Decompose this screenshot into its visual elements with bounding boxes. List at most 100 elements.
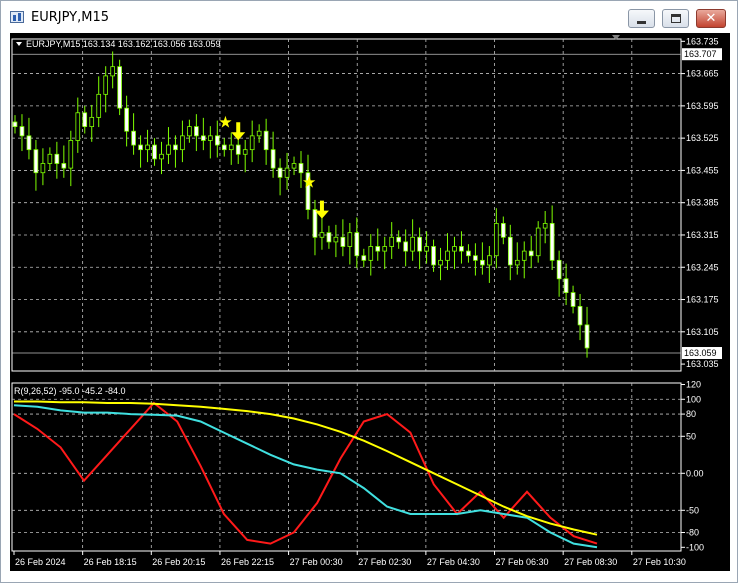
- price-axis-label: 163.525: [686, 133, 719, 143]
- candle-body: [438, 259, 443, 266]
- maximize-button[interactable]: [662, 9, 689, 28]
- candle-body: [117, 66, 122, 109]
- close-button[interactable]: ✕: [696, 9, 726, 28]
- candle-body: [284, 167, 290, 178]
- indicator-axis-label: -80: [686, 527, 699, 537]
- candle-body: [584, 324, 590, 349]
- price-axis-label: 163.035: [686, 359, 719, 369]
- close-icon: ✕: [705, 11, 717, 26]
- indicator-panel-frame: [11, 382, 682, 552]
- candle-body: [500, 223, 506, 238]
- candle-body: [103, 75, 109, 95]
- indicator-series-line: [13, 404, 598, 549]
- candle-body: [340, 236, 346, 247]
- price-axis-label: 163.455: [686, 165, 719, 175]
- time-axis-label: 27 Feb 04:30: [427, 557, 480, 567]
- candle-body: [445, 250, 450, 261]
- candle-body: [570, 292, 576, 307]
- candle-body: [33, 149, 39, 174]
- signal-star-icon: ★: [302, 173, 316, 192]
- candle-body: [208, 135, 213, 141]
- price-axis-label: 163.595: [686, 101, 719, 111]
- candle-body: [403, 241, 408, 252]
- indicator-axis-label: 0.00: [686, 468, 704, 478]
- indicator-label: R(9,26,52) -95.0 -45.2 -84.0: [14, 386, 126, 396]
- time-axis-label: 27 Feb 02:30: [358, 557, 411, 567]
- candle-body: [347, 232, 353, 247]
- time-axis-label: 27 Feb 06:30: [496, 557, 549, 567]
- candle-body: [417, 236, 422, 252]
- candle-body: [40, 163, 46, 174]
- candle-body: [382, 246, 388, 252]
- minimize-icon: [637, 21, 646, 24]
- candle-body: [487, 255, 492, 266]
- candle-body: [466, 250, 471, 257]
- candle-body: [319, 232, 325, 238]
- candle-body: [19, 126, 25, 137]
- candle-body: [47, 153, 53, 164]
- time-axis-label: 26 Feb 22:15: [221, 557, 274, 567]
- candle-body: [326, 232, 332, 243]
- candle-body: [152, 144, 157, 160]
- time-axis-label: 27 Feb 10:30: [633, 557, 686, 567]
- header-dropdown-icon[interactable]: [16, 42, 22, 46]
- indicator-axis-label: -100: [686, 542, 704, 552]
- candle-body: [410, 236, 415, 252]
- price-chart[interactable]: ★ ★ 26 Feb 2024 26 Feb 18:15 26 Feb 20:15 26…: [10, 33, 730, 571]
- time-axis-label: 26 Feb 18:15: [84, 557, 137, 567]
- candle-body: [68, 140, 74, 169]
- candle-body: [75, 112, 81, 141]
- candle-body: [96, 93, 102, 118]
- candle-body: [201, 135, 206, 141]
- candle-body: [549, 223, 555, 261]
- candle-body: [82, 112, 88, 128]
- candle-body: [424, 246, 429, 252]
- title-bar[interactable]: EURJPY,M15 ✕: [1, 1, 737, 33]
- price-axis-label: 163.385: [686, 198, 719, 208]
- indicator-axis-label: 50: [686, 431, 696, 441]
- candle-body: [263, 130, 269, 151]
- candle-body: [12, 121, 18, 128]
- candle-body: [242, 149, 248, 155]
- indicator-axis-label: -50: [686, 505, 699, 515]
- candle-body: [521, 250, 527, 261]
- candle-body: [138, 144, 143, 151]
- window-title: EURJPY,M15: [31, 10, 109, 25]
- candle-body: [542, 223, 548, 229]
- candle-body: [228, 144, 234, 151]
- candle-body: [528, 250, 534, 257]
- candle-body: [214, 135, 220, 146]
- candle-body: [235, 144, 241, 155]
- price-axis-label: 163.245: [686, 262, 719, 272]
- candle-body: [361, 255, 367, 261]
- terminal-chart-window: EURJPY,M15 ✕ ★ ★ 26 Feb 2024 26 Feb 18:15 2…: [0, 0, 738, 583]
- candle-body: [535, 227, 541, 257]
- price-axis-label: 163.315: [686, 230, 719, 240]
- price-axis-label: 163.105: [686, 327, 719, 337]
- candle-body: [375, 246, 381, 252]
- candle-body: [194, 126, 199, 137]
- candle-body: [124, 107, 129, 132]
- candle-body: [256, 130, 262, 137]
- chart-area[interactable]: ★ ★ 26 Feb 2024 26 Feb 18:15 26 Feb 20:15 26…: [10, 33, 730, 571]
- candle-body: [26, 135, 32, 151]
- chart-app-icon: [10, 11, 24, 23]
- signal-star-icon: ★: [218, 113, 232, 132]
- indicator-axis-label: 120: [686, 379, 701, 389]
- price-axis-label: 163.175: [686, 295, 719, 305]
- price-axis-label: 163.735: [686, 36, 719, 46]
- candle-body: [452, 246, 457, 252]
- minimize-button[interactable]: [628, 9, 655, 28]
- candle-body: [556, 259, 562, 280]
- candle-body: [459, 246, 464, 252]
- candle-body: [131, 130, 136, 146]
- price-axis-label: 163.665: [686, 69, 719, 79]
- candle-body: [354, 232, 360, 257]
- candle-body: [514, 259, 520, 266]
- candle-body: [249, 135, 255, 151]
- candle-body: [291, 163, 297, 169]
- chart-symbol-header: EURJPY,M15 163.134 163.162 163.056 163.0…: [26, 39, 221, 49]
- candle-body: [431, 246, 436, 266]
- chart-bottom-strip: [1, 571, 737, 582]
- candle-body: [173, 144, 178, 151]
